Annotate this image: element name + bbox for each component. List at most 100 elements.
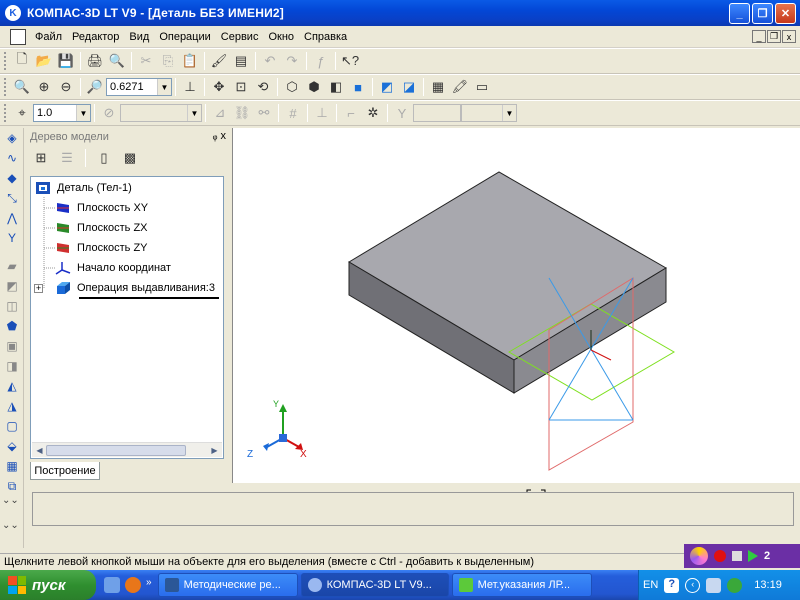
aux-geometry-icon[interactable]: ⋀ xyxy=(1,208,23,228)
tree-structure-icon[interactable]: ⊞ xyxy=(30,147,52,169)
zoom-combo[interactable]: 0.6271 ▼ xyxy=(106,78,172,96)
coord-x-field[interactable] xyxy=(413,104,461,122)
expand-icon[interactable]: + xyxy=(34,283,43,293)
task-pdf-doc[interactable]: Мет.указания ЛР... xyxy=(451,573,592,597)
zoom-window-icon[interactable]: 🔍 xyxy=(11,76,33,98)
tray-app-icon[interactable] xyxy=(706,577,722,593)
tab-construction[interactable]: Построение xyxy=(30,462,100,480)
unlink-icon[interactable]: ⚯ xyxy=(253,102,275,124)
shaded-edges-icon[interactable]: ■ xyxy=(347,76,369,98)
editing-part-icon[interactable]: ◈ xyxy=(1,128,23,148)
scroll-left-icon[interactable]: ◀ xyxy=(33,444,46,457)
play-icon[interactable] xyxy=(748,550,758,562)
tray-status-icon[interactable] xyxy=(727,577,743,593)
command-box[interactable] xyxy=(32,492,794,526)
wireframe-icon[interactable]: ⬡ xyxy=(281,76,303,98)
start-button[interactable]: пуск xyxy=(0,570,96,600)
tree-item-origin[interactable]: Начало координат xyxy=(55,259,171,277)
coord-icon[interactable]: Y xyxy=(391,102,413,124)
chevron-down-icon[interactable]: ▼ xyxy=(502,105,516,121)
record-icon[interactable] xyxy=(714,550,726,562)
tree-root[interactable]: Деталь (Тел-1) xyxy=(35,179,132,197)
tree-props-icon[interactable]: ▯ xyxy=(93,147,115,169)
step-combo[interactable]: 1.0 ▼ xyxy=(33,104,91,122)
cut-extrude-icon[interactable]: ▣ xyxy=(1,336,23,356)
command-grip[interactable]: ⌄⌄ ⌄⌄ xyxy=(2,485,24,535)
chevron-right-icon[interactable]: » xyxy=(146,577,152,593)
extrude-op-icon[interactable]: ▰ xyxy=(1,256,23,276)
tree-item-plane-zy[interactable]: Плоскость ZY xyxy=(55,239,148,257)
kompas-app-icon[interactable]: K xyxy=(5,5,21,21)
clock[interactable]: 13:19 xyxy=(754,579,782,591)
orientation-icon[interactable]: ⊥ xyxy=(179,76,201,98)
close-button[interactable]: ✕ xyxy=(775,3,796,24)
zoom-in-icon[interactable]: ⊕ xyxy=(33,76,55,98)
document-icon[interactable] xyxy=(10,28,26,45)
coord-y-field[interactable]: ▼ xyxy=(461,104,517,122)
paint-icon[interactable]: 🖍 xyxy=(449,76,471,98)
chevron-left-icon[interactable]: ‹ xyxy=(685,577,701,593)
toolbar-grip[interactable] xyxy=(4,52,8,70)
preview-icon[interactable]: 🔍 xyxy=(106,50,128,72)
stop-icon[interactable] xyxy=(732,551,742,561)
step-cursor-icon[interactable]: ⌖ xyxy=(11,102,33,124)
viewport-canvas[interactable]: Y X Z xyxy=(233,128,800,483)
scroll-thumb[interactable] xyxy=(46,445,186,456)
menu-operations[interactable]: Операции xyxy=(154,31,215,43)
rotate-op-icon[interactable]: ◩ xyxy=(1,276,23,296)
chevron-down-icon[interactable]: ▼ xyxy=(187,105,201,121)
menu-editor[interactable]: Редактор xyxy=(67,31,124,43)
section-icon[interactable]: ◪ xyxy=(398,76,420,98)
kinematic-op-icon[interactable]: ◫ xyxy=(1,296,23,316)
cut-icon[interactable]: ✂ xyxy=(135,50,157,72)
library-icon[interactable]: ▦ xyxy=(427,76,449,98)
mdi-close-button[interactable]: x xyxy=(782,30,796,43)
surfaces-icon[interactable]: ◆ xyxy=(1,168,23,188)
angle-combo[interactable]: ▼ xyxy=(120,104,202,122)
task-word-doc[interactable]: Методические ре... xyxy=(157,573,298,597)
open-file-icon[interactable]: 📂 xyxy=(33,50,55,72)
function-icon[interactable]: ƒ xyxy=(310,50,332,72)
incline-icon[interactable]: ⬙ xyxy=(1,436,23,456)
array-icon[interactable]: ▦ xyxy=(1,456,23,476)
tree-item-plane-zx[interactable]: Плоскость ZX xyxy=(55,219,148,237)
toolbar-grip[interactable] xyxy=(4,104,8,122)
paste-icon[interactable]: 📋 xyxy=(179,50,201,72)
menu-view[interactable]: Вид xyxy=(124,31,154,43)
zoom-out-icon[interactable]: ⊖ xyxy=(55,76,77,98)
menu-service[interactable]: Сервис xyxy=(216,31,264,43)
chevron-down-icon[interactable]: ▼ xyxy=(76,105,90,121)
zoom-scale-icon[interactable]: 🔎 xyxy=(84,76,106,98)
cut-rotate-icon[interactable]: ◨ xyxy=(1,356,23,376)
chamfer-icon[interactable]: ◮ xyxy=(1,396,23,416)
mdi-restore-button[interactable]: ❐ xyxy=(767,30,781,43)
local-cs-icon[interactable]: ⊿ xyxy=(209,102,231,124)
rotate-icon[interactable]: ⟲ xyxy=(252,76,274,98)
undo-icon[interactable]: ↶ xyxy=(259,50,281,72)
menu-help[interactable]: Справка xyxy=(299,31,352,43)
brush-icon[interactable]: 🖌 xyxy=(208,50,230,72)
curves-icon[interactable]: ∿ xyxy=(1,148,23,168)
grid-icon[interactable]: # xyxy=(282,102,304,124)
restore-button[interactable]: ❐ xyxy=(752,3,773,24)
toolbar-grip[interactable] xyxy=(4,78,8,96)
tree-horizontal-scrollbar[interactable]: ◀ ▶ xyxy=(32,442,222,457)
language-indicator[interactable]: EN xyxy=(643,579,658,591)
tree-order-icon[interactable]: ☰ xyxy=(56,147,78,169)
angle-icon[interactable]: ⊘ xyxy=(98,102,120,124)
panel-icon[interactable]: ▭ xyxy=(471,76,493,98)
round-icon[interactable]: ⌐ xyxy=(340,102,362,124)
shell-icon[interactable]: ▢ xyxy=(1,416,23,436)
mdi-minimize-button[interactable]: _ xyxy=(752,30,766,43)
new-file-icon[interactable]: 🗋 xyxy=(11,50,33,72)
redo-icon[interactable]: ↷ xyxy=(281,50,303,72)
fillet-icon[interactable]: ◭ xyxy=(1,376,23,396)
hidden-lines-icon[interactable]: ⬢ xyxy=(303,76,325,98)
link-icon[interactable]: ⛓ xyxy=(231,102,253,124)
help-icon[interactable]: ? xyxy=(664,577,680,593)
extruded-part[interactable] xyxy=(348,171,667,394)
task-kompas[interactable]: КОМПАС-3D LT V9... xyxy=(300,573,449,597)
pan-icon[interactable]: ✥ xyxy=(208,76,230,98)
print-icon[interactable]: 🖨 xyxy=(84,50,106,72)
measure-icon[interactable]: ⤡ xyxy=(1,188,23,208)
